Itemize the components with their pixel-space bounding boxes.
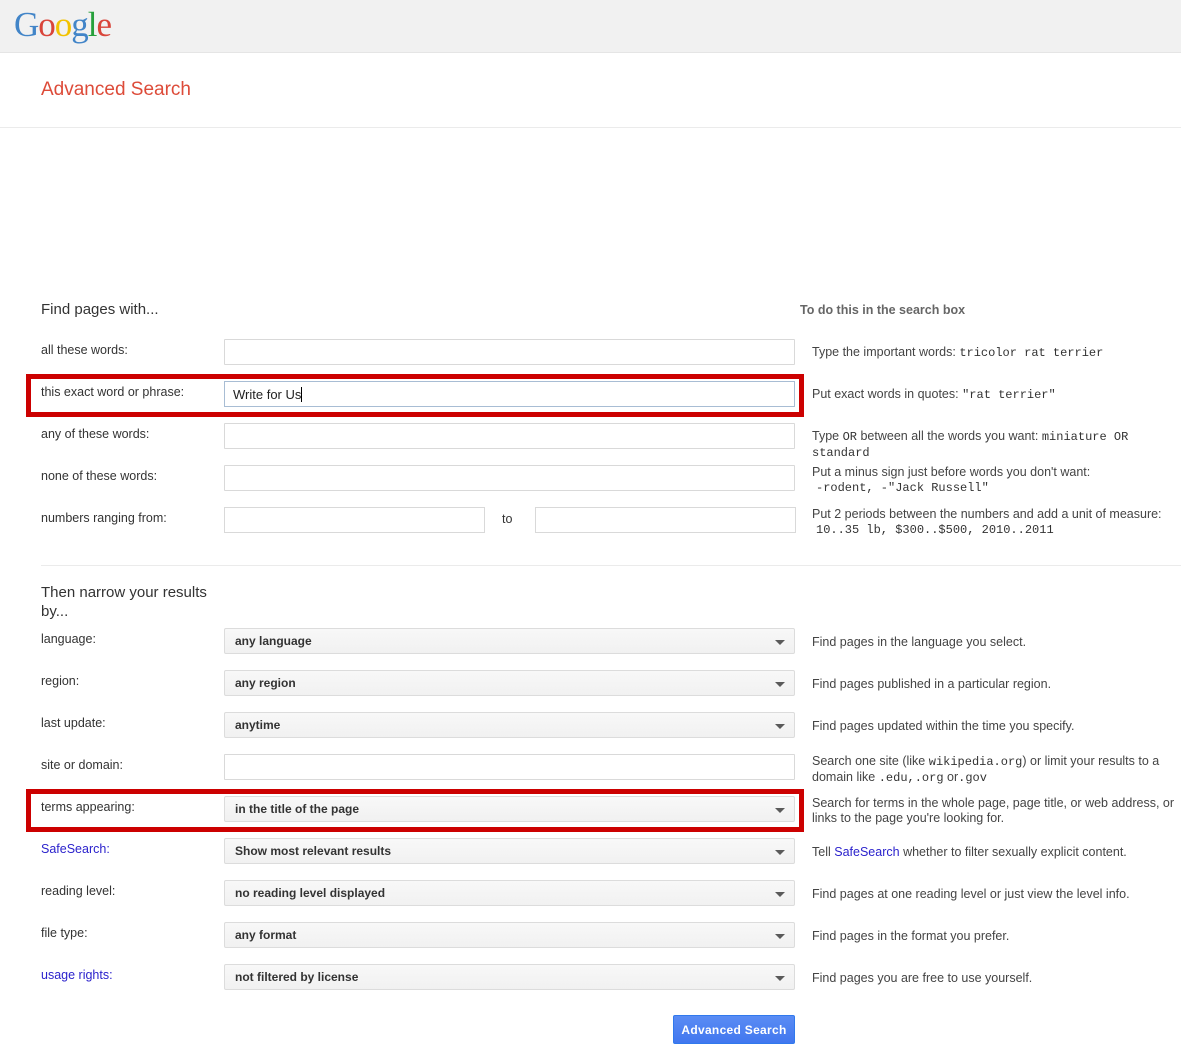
hint-usage-rights: Find pages you are free to use yourself. xyxy=(812,971,1174,986)
advanced-search-button[interactable]: Advanced Search xyxy=(673,1015,795,1044)
narrow-results-heading: Then narrow your results by... xyxy=(41,583,231,621)
logo-letter-o2: o xyxy=(55,5,72,44)
hint-safesearch: Tell SafeSearch whether to filter sexual… xyxy=(812,845,1174,860)
hint-last-update: Find pages updated within the time you s… xyxy=(812,719,1174,734)
input-any-of-these-words[interactable] xyxy=(224,423,795,449)
input-exact-phrase-value: Write for Us xyxy=(233,387,301,402)
hint-text-suffix: between all the words you want: xyxy=(860,429,1038,443)
label-usage-rights[interactable]: usage rights: xyxy=(41,968,113,982)
dropdown-last-update[interactable]: anytime xyxy=(224,712,795,738)
google-logo[interactable]: Google xyxy=(14,5,111,45)
input-all-these-words[interactable] xyxy=(224,339,795,365)
input-site-or-domain[interactable] xyxy=(224,754,795,780)
input-numbers-from[interactable] xyxy=(224,507,485,533)
label-safesearch[interactable]: SafeSearch: xyxy=(41,842,110,856)
page-title: Advanced Search xyxy=(41,79,191,101)
logo-letter-G: G xyxy=(14,5,38,44)
page-header: Google xyxy=(0,0,1181,53)
hint-text: Type xyxy=(812,429,839,443)
label-language: language: xyxy=(41,632,96,646)
hint-none-of-these-words: Put a minus sign just before words you d… xyxy=(812,465,1174,496)
hint-site-or-domain: Search one site (like wikipedia.org) or … xyxy=(812,754,1174,786)
chevron-down-icon xyxy=(775,892,785,897)
hint-text-suffix: whether to filter sexually explicit cont… xyxy=(903,845,1127,859)
logo-letter-g: g xyxy=(71,5,88,44)
hint-text: Search one site (like xyxy=(812,754,925,768)
hint-text: Tell xyxy=(812,845,831,859)
hint-terms-appearing: Search for terms in the whole page, page… xyxy=(812,796,1174,826)
chevron-down-icon xyxy=(775,976,785,981)
hint-file-type: Find pages in the format you prefer. xyxy=(812,929,1174,944)
label-exact-phrase: this exact word or phrase: xyxy=(41,385,184,399)
dropdown-file-type[interactable]: any format xyxy=(224,922,795,948)
hint-language: Find pages in the language you select. xyxy=(812,635,1174,650)
section-divider xyxy=(41,565,1181,566)
chevron-down-icon xyxy=(775,934,785,939)
chevron-down-icon xyxy=(775,724,785,729)
hint-text: Put 2 periods between the numbers and ad… xyxy=(812,507,1174,522)
dropdown-usage-rights-value: not filtered by license xyxy=(235,970,358,984)
chevron-down-icon xyxy=(775,682,785,687)
chevron-down-icon xyxy=(775,640,785,645)
hint-code-gov: .gov xyxy=(958,771,987,785)
hint-text: Put exact words in quotes: xyxy=(812,387,959,401)
hint-text-3: or xyxy=(947,770,958,784)
hint-text: Put a minus sign just before words you d… xyxy=(812,465,1174,480)
dropdown-terms-appearing[interactable]: in the title of the page xyxy=(224,796,795,822)
dropdown-safesearch-value: Show most relevant results xyxy=(235,844,391,858)
label-reading-level: reading level: xyxy=(41,884,115,898)
hint-link-safesearch[interactable]: SafeSearch xyxy=(834,845,899,859)
hint-code-edu: .edu, xyxy=(879,771,915,785)
text-caret xyxy=(301,387,302,402)
dropdown-reading-level[interactable]: no reading level displayed xyxy=(224,880,795,906)
chevron-down-icon xyxy=(775,850,785,855)
label-file-type: file type: xyxy=(41,926,88,940)
dropdown-reading-level-value: no reading level displayed xyxy=(235,886,385,900)
input-none-of-these-words[interactable] xyxy=(224,465,795,491)
hint-all-these-words: Type the important words: tricolor rat t… xyxy=(812,345,1174,361)
hint-code-org: .org xyxy=(915,771,944,785)
label-site-or-domain: site or domain: xyxy=(41,758,123,772)
dropdown-region-value: any region xyxy=(235,676,296,690)
hint-inline-code: OR xyxy=(843,430,857,444)
hint-code: "rat terrier" xyxy=(962,388,1056,402)
dropdown-terms-appearing-value: in the title of the page xyxy=(235,802,359,816)
label-to: to xyxy=(502,512,512,526)
hint-region: Find pages published in a particular reg… xyxy=(812,677,1174,692)
label-numbers-range: numbers ranging from: xyxy=(41,511,167,525)
search-box-hint-heading: To do this in the search box xyxy=(800,303,965,317)
hint-text: Type the important words: xyxy=(812,345,956,359)
label-none-of-these-words: none of these words: xyxy=(41,469,157,483)
hint-any-of-these-words: Type OR between all the words you want: … xyxy=(812,429,1174,461)
input-numbers-to[interactable] xyxy=(535,507,796,533)
chevron-down-icon xyxy=(775,808,785,813)
input-exact-phrase[interactable]: Write for Us xyxy=(224,381,795,407)
dropdown-file-type-value: any format xyxy=(235,928,296,942)
logo-letter-o1: o xyxy=(38,5,55,44)
dropdown-language-value: any language xyxy=(235,634,312,648)
hint-code: -rodent, -"Jack Russell" xyxy=(816,481,989,495)
label-region: region: xyxy=(41,674,79,688)
label-terms-appearing: terms appearing: xyxy=(41,800,135,814)
dropdown-last-update-value: anytime xyxy=(235,718,280,732)
logo-letter-e: e xyxy=(97,5,112,44)
dropdown-language[interactable]: any language xyxy=(224,628,795,654)
dropdown-safesearch[interactable]: Show most relevant results xyxy=(224,838,795,864)
dropdown-region[interactable]: any region xyxy=(224,670,795,696)
title-band: Advanced Search xyxy=(0,53,1181,128)
hint-numbers-range: Put 2 periods between the numbers and ad… xyxy=(812,507,1174,538)
hint-code-wikipedia: wikipedia.org xyxy=(929,755,1023,769)
label-all-these-words: all these words: xyxy=(41,343,128,357)
hint-code: 10..35 lb, $300..$500, 2010..2011 xyxy=(816,523,1054,537)
find-pages-heading: Find pages with... xyxy=(41,300,231,319)
hint-reading-level: Find pages at one reading level or just … xyxy=(812,887,1174,902)
dropdown-usage-rights[interactable]: not filtered by license xyxy=(224,964,795,990)
logo-letter-l: l xyxy=(88,5,97,44)
label-last-update: last update: xyxy=(41,716,106,730)
hint-exact-phrase: Put exact words in quotes: "rat terrier" xyxy=(812,387,1174,403)
hint-code: tricolor rat terrier xyxy=(959,346,1103,360)
label-any-of-these-words: any of these words: xyxy=(41,427,149,441)
